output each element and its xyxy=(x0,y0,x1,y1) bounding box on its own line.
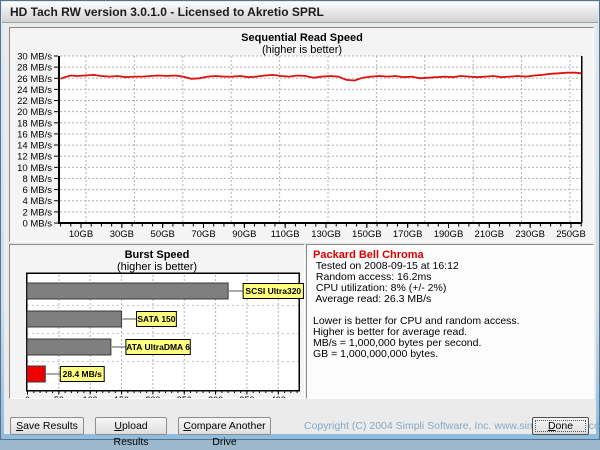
svg-text:250GB: 250GB xyxy=(556,229,586,240)
svg-text:30GB: 30GB xyxy=(110,229,134,240)
svg-text:90GB: 90GB xyxy=(232,229,256,240)
svg-text:26 MB/s: 26 MB/s xyxy=(17,74,52,85)
burst-speed-panel: SCSI Ultra320 SATA 150 ATA UltraDMA 6 28.4 … xyxy=(9,244,305,399)
burst-speed-chart: SCSI Ultra320 SATA 150 ATA UltraDMA 6 28.4 … xyxy=(10,245,304,398)
svg-text:400: 400 xyxy=(271,395,286,398)
info-line: Average read: 26.3 MB/s xyxy=(313,294,587,305)
svg-text:30 MB/s: 30 MB/s xyxy=(17,52,52,63)
svg-text:28 MB/s: 28 MB/s xyxy=(17,63,52,74)
svg-text:28.4 MB/s: 28.4 MB/s xyxy=(63,369,102,379)
title-bar[interactable]: HD Tach RW version 3.0.1.0 - Licensed to… xyxy=(2,2,598,23)
svg-text:2 MB/s: 2 MB/s xyxy=(22,207,52,218)
svg-text:200: 200 xyxy=(145,395,160,398)
svg-text:16 MB/s: 16 MB/s xyxy=(17,129,52,140)
svg-text:14 MB/s: 14 MB/s xyxy=(17,141,52,152)
svg-text:22 MB/s: 22 MB/s xyxy=(17,96,52,107)
svg-text:0: 0 xyxy=(25,395,30,398)
svg-text:170GB: 170GB xyxy=(393,229,423,240)
upload-results-button[interactable]: Upload Results xyxy=(95,417,167,435)
svg-text:SATA 150: SATA 150 xyxy=(137,314,175,324)
svg-text:SCSI Ultra320: SCSI Ultra320 xyxy=(245,286,301,296)
svg-text:20 MB/s: 20 MB/s xyxy=(17,107,52,118)
results-info-lines: Tested on 2008-09-15 at 16:12 Random acc… xyxy=(313,261,587,360)
svg-text:18 MB/s: 18 MB/s xyxy=(17,118,52,129)
svg-text:210GB: 210GB xyxy=(475,229,505,240)
hdtach-window: HD Tach RW version 3.0.1.0 - Licensed to… xyxy=(0,0,600,440)
svg-text:190GB: 190GB xyxy=(434,229,464,240)
svg-text:50GB: 50GB xyxy=(151,229,175,240)
svg-text:6 MB/s: 6 MB/s xyxy=(22,185,52,196)
sequential-read-panel: 0 MB/s2 MB/s4 MB/s6 MB/s8 MB/s10 MB/s12 … xyxy=(9,27,594,242)
svg-text:ATA UltraDMA 6: ATA UltraDMA 6 xyxy=(126,342,190,352)
svg-text:Sequential Read Speed: Sequential Read Speed xyxy=(241,32,363,44)
svg-text:8 MB/s: 8 MB/s xyxy=(22,174,52,185)
svg-text:0 MB/s: 0 MB/s xyxy=(22,219,52,230)
svg-text:110GB: 110GB xyxy=(271,229,300,240)
svg-text:Burst Speed: Burst Speed xyxy=(125,249,190,261)
svg-text:100: 100 xyxy=(83,395,98,398)
client-area: 0 MB/s2 MB/s4 MB/s6 MB/s8 MB/s10 MB/s12 … xyxy=(4,23,596,434)
results-info-panel: Packard Bell Chroma Tested on 2008-09-15… xyxy=(306,244,594,399)
window-title: HD Tach RW version 3.0.1.0 - Licensed to… xyxy=(10,5,324,19)
svg-text:(higher is better): (higher is better) xyxy=(117,261,197,273)
svg-text:10GB: 10GB xyxy=(69,229,93,240)
svg-text:300: 300 xyxy=(208,395,223,398)
svg-text:230GB: 230GB xyxy=(515,229,545,240)
svg-text:24 MB/s: 24 MB/s xyxy=(17,85,52,96)
svg-text:250: 250 xyxy=(177,395,192,398)
svg-text:50: 50 xyxy=(54,395,64,398)
compare-another-drive-button[interactable]: Compare Another Drive xyxy=(178,417,271,435)
info-line: GB = 1,000,000,000 bytes. xyxy=(313,349,587,360)
svg-text:350: 350 xyxy=(239,395,254,398)
svg-text:130GB: 130GB xyxy=(311,229,341,240)
svg-text:150GB: 150GB xyxy=(352,229,382,240)
svg-text:70GB: 70GB xyxy=(191,229,215,240)
svg-text:150: 150 xyxy=(114,395,129,398)
svg-text:12 MB/s: 12 MB/s xyxy=(17,152,52,163)
svg-text:(higher is better): (higher is better) xyxy=(262,44,342,56)
save-results-button[interactable]: Save Results xyxy=(10,417,84,435)
done-button[interactable]: Done xyxy=(532,417,589,435)
copyright-text: Copyright (C) 2004 Simpli Software, Inc.… xyxy=(304,420,532,432)
svg-text:4 MB/s: 4 MB/s xyxy=(22,196,52,207)
sequential-read-chart: 0 MB/s2 MB/s4 MB/s6 MB/s8 MB/s10 MB/s12 … xyxy=(10,28,593,241)
svg-text:10 MB/s: 10 MB/s xyxy=(17,163,52,174)
